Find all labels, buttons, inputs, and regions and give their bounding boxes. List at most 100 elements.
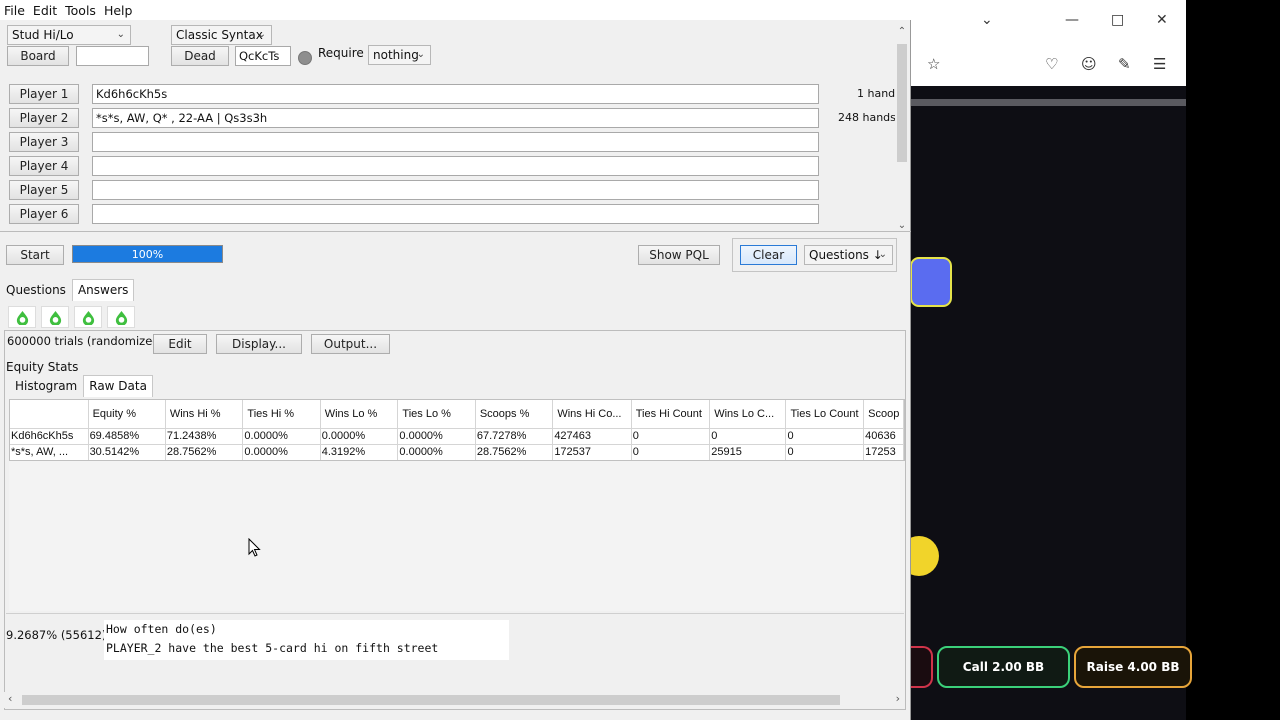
- poker-table: [911, 86, 1186, 720]
- close-icon[interactable]: ✕: [1156, 12, 1168, 28]
- player-6-button[interactable]: Player 6: [9, 204, 79, 224]
- scrollbar-thumb[interactable]: [22, 695, 840, 705]
- questions-select[interactable]: Questions ↓ ⌄: [804, 245, 893, 265]
- account-icon[interactable]: ☺: [1081, 55, 1097, 73]
- extensions-icon[interactable]: ✎: [1118, 55, 1131, 73]
- raise-button[interactable]: Raise 4.00 BB: [1074, 646, 1192, 688]
- player-1-button[interactable]: Player 1: [9, 84, 79, 104]
- scroll-left-icon[interactable]: ‹: [8, 692, 12, 705]
- column-header[interactable]: Ties Lo %: [397, 400, 476, 429]
- column-header[interactable]: Ties Hi %: [242, 400, 321, 429]
- table-cell: 0: [785, 444, 865, 460]
- dead-input[interactable]: QcKcTs: [235, 46, 291, 66]
- player-1-hand-count: 1 hand: [857, 87, 896, 100]
- column-header[interactable]: Wins Hi %: [165, 400, 244, 429]
- player-3-button[interactable]: Player 3: [9, 132, 79, 152]
- show-pql-button[interactable]: Show PQL: [638, 245, 720, 265]
- start-button[interactable]: Start: [6, 245, 64, 265]
- drop-icon-button-2[interactable]: [41, 306, 69, 328]
- table-cell: 28.7562%: [475, 444, 554, 460]
- minimize-icon[interactable]: —: [1065, 12, 1079, 28]
- require-select[interactable]: nothing ⌄: [368, 45, 431, 65]
- players-scrollbar[interactable]: ⌃ ⌄: [895, 26, 909, 231]
- menu-help[interactable]: Help: [104, 3, 133, 18]
- require-radio[interactable]: [298, 51, 312, 65]
- equity-calculator-window: File Edit Tools Help Stud Hi/Lo ⌄ Classi…: [0, 0, 911, 720]
- table-cell: 4.3192%: [320, 444, 399, 460]
- green-drop-icon: [49, 310, 61, 325]
- table-cell: 0: [631, 428, 711, 445]
- horizontal-scrollbar[interactable]: ‹ ›: [4, 692, 904, 708]
- tab-questions[interactable]: Questions: [0, 279, 72, 301]
- chevron-down-icon: ⌄: [416, 49, 425, 60]
- player-2-button[interactable]: Player 2: [9, 108, 79, 128]
- table-cell: 71.2438%: [165, 428, 244, 445]
- pocket-icon[interactable]: ♡: [1045, 55, 1058, 73]
- scroll-right-icon[interactable]: ›: [896, 692, 900, 705]
- answer-icon-toolbar: [8, 306, 140, 328]
- drop-icon-button-1[interactable]: [8, 306, 36, 328]
- syntax-select-value: Classic Syntax: [176, 28, 263, 42]
- raw-data-table: Equity % Wins Hi % Ties Hi % Wins Lo % T…: [9, 399, 905, 461]
- tab-raw-data[interactable]: Raw Data: [83, 375, 153, 397]
- player-5-input[interactable]: [92, 180, 819, 200]
- column-header[interactable]: Wins Lo %: [320, 400, 399, 429]
- syntax-select[interactable]: Classic Syntax ⌄: [171, 25, 272, 45]
- green-drop-icon: [82, 310, 94, 325]
- player-2-input[interactable]: *s*s, AW, Q* , 22-AA | Qs3s3h: [92, 108, 819, 128]
- player-4-button[interactable]: Player 4: [9, 156, 79, 176]
- tab-histogram[interactable]: Histogram: [9, 375, 83, 397]
- table-cell: 0: [631, 444, 711, 460]
- clear-button[interactable]: Clear: [740, 245, 797, 265]
- board-button[interactable]: Board: [7, 46, 69, 66]
- scrollbar-thumb[interactable]: [897, 44, 907, 162]
- fold-button[interactable]: [911, 646, 933, 688]
- scroll-up-icon[interactable]: ⌃: [895, 26, 909, 37]
- table-cell: 25915: [709, 444, 787, 460]
- table-row[interactable]: Kd6h6cKh5s 69.4858% 71.2438% 0.0000% 0.0…: [10, 428, 904, 445]
- chevron-down-icon: ⌄: [257, 29, 266, 40]
- menu-file[interactable]: File: [4, 3, 25, 18]
- player-6-input[interactable]: [92, 204, 819, 224]
- output-button[interactable]: Output...: [311, 334, 390, 354]
- table-cell: 0.0000%: [397, 428, 476, 445]
- mouse-cursor-icon: [248, 538, 261, 557]
- tab-list-chevron-icon[interactable]: ⌄: [981, 12, 993, 28]
- player-4-input[interactable]: [92, 156, 819, 176]
- bookmark-star-icon[interactable]: ☆: [927, 55, 940, 73]
- column-header[interactable]: Scoop: [863, 400, 904, 429]
- maximize-icon[interactable]: □: [1111, 12, 1124, 28]
- scroll-down-icon[interactable]: ⌄: [895, 220, 909, 231]
- question-text: How often do(es) PLAYER_2 have the best …: [104, 620, 509, 660]
- column-header[interactable]: [10, 400, 89, 429]
- drop-icon-button-3[interactable]: [74, 306, 102, 328]
- column-header[interactable]: Scoops %: [475, 400, 554, 429]
- player-1-input[interactable]: Kd6h6cKh5s: [92, 84, 819, 104]
- tab-answers[interactable]: Answers: [71, 279, 135, 301]
- board-input[interactable]: [76, 46, 149, 66]
- display-button[interactable]: Display...: [216, 334, 302, 354]
- edit-button[interactable]: Edit: [153, 334, 207, 354]
- drop-icon-button-4[interactable]: [107, 306, 135, 328]
- results-empty-area: [9, 461, 905, 611]
- game-select[interactable]: Stud Hi/Lo ⌄: [7, 25, 131, 45]
- table-top-strip: [911, 99, 1186, 106]
- equity-stats-label: Equity Stats: [6, 360, 79, 374]
- column-header[interactable]: Ties Hi Count: [631, 400, 711, 429]
- table-row[interactable]: *s*s, AW, ... 30.5142% 28.7562% 0.0000% …: [10, 444, 904, 460]
- menu-icon[interactable]: ☰: [1153, 55, 1166, 73]
- config-panel: Stud Hi/Lo ⌄ Classic Syntax ⌄ Board Dead…: [0, 20, 911, 232]
- column-header[interactable]: Ties Lo Count: [785, 400, 865, 429]
- player-5-button[interactable]: Player 5: [9, 180, 79, 200]
- player-3-input[interactable]: [92, 132, 819, 152]
- column-header[interactable]: Wins Hi Co...: [552, 400, 632, 429]
- menu-edit[interactable]: Edit: [33, 3, 57, 18]
- call-button[interactable]: Call 2.00 BB: [937, 646, 1070, 688]
- browser-window: ⌄ — □ ✕ ☆ ♡ ☺ ✎ ☰ Call 2.00 BB Raise 4.0…: [911, 0, 1192, 720]
- trials-label: 600000 trials (randomized): [7, 334, 165, 348]
- menu-tools[interactable]: Tools: [65, 3, 96, 18]
- column-header[interactable]: Equity %: [88, 400, 166, 429]
- column-header[interactable]: Wins Lo C...: [709, 400, 787, 429]
- table-cell: 17253: [863, 444, 904, 460]
- dead-button[interactable]: Dead: [171, 46, 229, 66]
